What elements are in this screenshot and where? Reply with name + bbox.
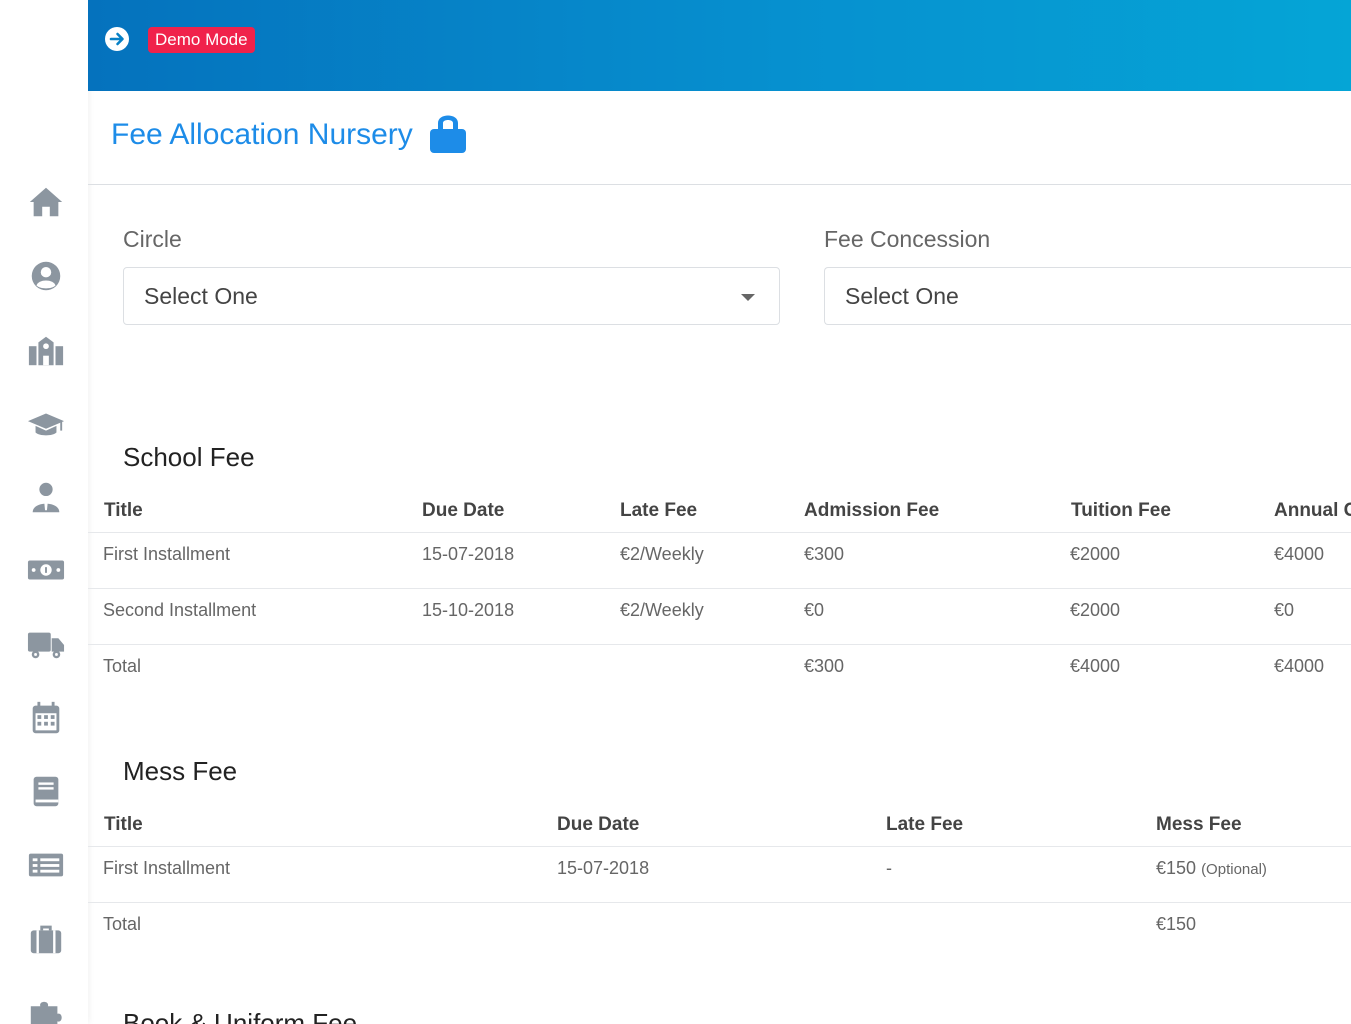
col-header-title: Title xyxy=(104,500,143,521)
cell-due-date: 15-10-2018 xyxy=(422,600,515,620)
user-circle-icon[interactable] xyxy=(25,256,67,296)
cell-late-fee: - xyxy=(886,858,892,878)
cell-admission-fee: €300 xyxy=(804,544,845,564)
cell-admission-fee: €0 xyxy=(804,600,825,620)
book-uniform-fee-heading: Book & Uniform Fee xyxy=(123,1008,358,1024)
cell-title: Second Installment xyxy=(103,600,257,620)
school-icon[interactable] xyxy=(25,330,67,370)
cell-annual: €4000 xyxy=(1274,656,1325,676)
col-header-due-date: Due Date xyxy=(422,500,505,521)
sidebar xyxy=(0,0,88,1024)
cell-title: Total xyxy=(103,656,142,676)
divider xyxy=(88,644,1351,645)
fee-concession-label: Fee Concession xyxy=(824,226,991,252)
cell-tuition-fee: €4000 xyxy=(1070,656,1121,676)
circle-label: Circle xyxy=(123,226,182,252)
divider xyxy=(88,902,1351,903)
cell-title: Total xyxy=(103,914,142,934)
col-header-admission-fee: Admission Fee xyxy=(804,500,940,521)
cell-mess-fee: €150 xyxy=(1156,914,1197,934)
cell-annual: €4000 xyxy=(1274,544,1325,564)
cell-mess-fee-value: €150 xyxy=(1156,858,1197,878)
arrow-right-circle-icon[interactable] xyxy=(104,26,130,52)
cell-late-fee: €2/Weekly xyxy=(620,600,704,620)
col-header-title: Title xyxy=(104,814,143,835)
cell-due-date: 15-07-2018 xyxy=(422,544,515,564)
teacher-icon[interactable] xyxy=(25,477,67,517)
col-header-tuition-fee: Tuition Fee xyxy=(1071,500,1171,521)
money-icon[interactable] xyxy=(25,550,67,590)
truck-icon[interactable] xyxy=(25,624,67,664)
col-header-mess-fee: Mess Fee xyxy=(1156,814,1242,835)
graduation-cap-icon[interactable] xyxy=(25,403,67,443)
col-header-late-fee: Late Fee xyxy=(620,500,698,521)
briefcase-icon[interactable] xyxy=(25,918,67,958)
page-title: Fee Allocation Nursery xyxy=(111,118,413,151)
col-header-annual: Annual C xyxy=(1274,500,1351,521)
lock-icon xyxy=(428,111,468,155)
cell-tuition-fee: €2000 xyxy=(1070,600,1121,620)
cell-mess-fee: €150 (Optional) xyxy=(1156,858,1267,879)
top-bar: Demo Mode xyxy=(88,0,1351,91)
col-header-late-fee: Late Fee xyxy=(886,814,964,835)
cell-annual: €0 xyxy=(1274,600,1295,620)
fee-concession-select[interactable]: Select One xyxy=(824,267,1351,325)
home-icon[interactable] xyxy=(25,182,67,222)
puzzle-icon[interactable] xyxy=(25,990,67,1024)
page-header: Fee Allocation Nursery xyxy=(88,91,1351,185)
chevron-down-icon xyxy=(741,294,755,301)
list-icon[interactable] xyxy=(25,845,67,885)
demo-mode-badge: Demo Mode xyxy=(148,27,255,53)
cell-title: First Installment xyxy=(103,544,231,564)
divider xyxy=(88,588,1351,589)
cell-tuition-fee: €2000 xyxy=(1070,544,1121,564)
book-icon[interactable] xyxy=(25,771,67,811)
optional-note: (Optional) xyxy=(1201,861,1267,878)
cell-admission-fee: €300 xyxy=(804,656,845,676)
divider xyxy=(88,532,1351,533)
circle-select-value: Select One xyxy=(144,283,258,309)
fee-concession-select-value: Select One xyxy=(845,283,959,309)
col-header-due-date: Due Date xyxy=(557,814,640,835)
calendar-icon[interactable] xyxy=(25,698,67,738)
school-fee-heading: School Fee xyxy=(123,442,255,472)
divider xyxy=(88,846,1351,847)
cell-title: First Installment xyxy=(103,858,231,878)
cell-due-date: 15-07-2018 xyxy=(557,858,650,878)
cell-late-fee: €2/Weekly xyxy=(620,544,704,564)
mess-fee-heading: Mess Fee xyxy=(123,756,238,786)
circle-select[interactable]: Select One xyxy=(123,267,780,325)
